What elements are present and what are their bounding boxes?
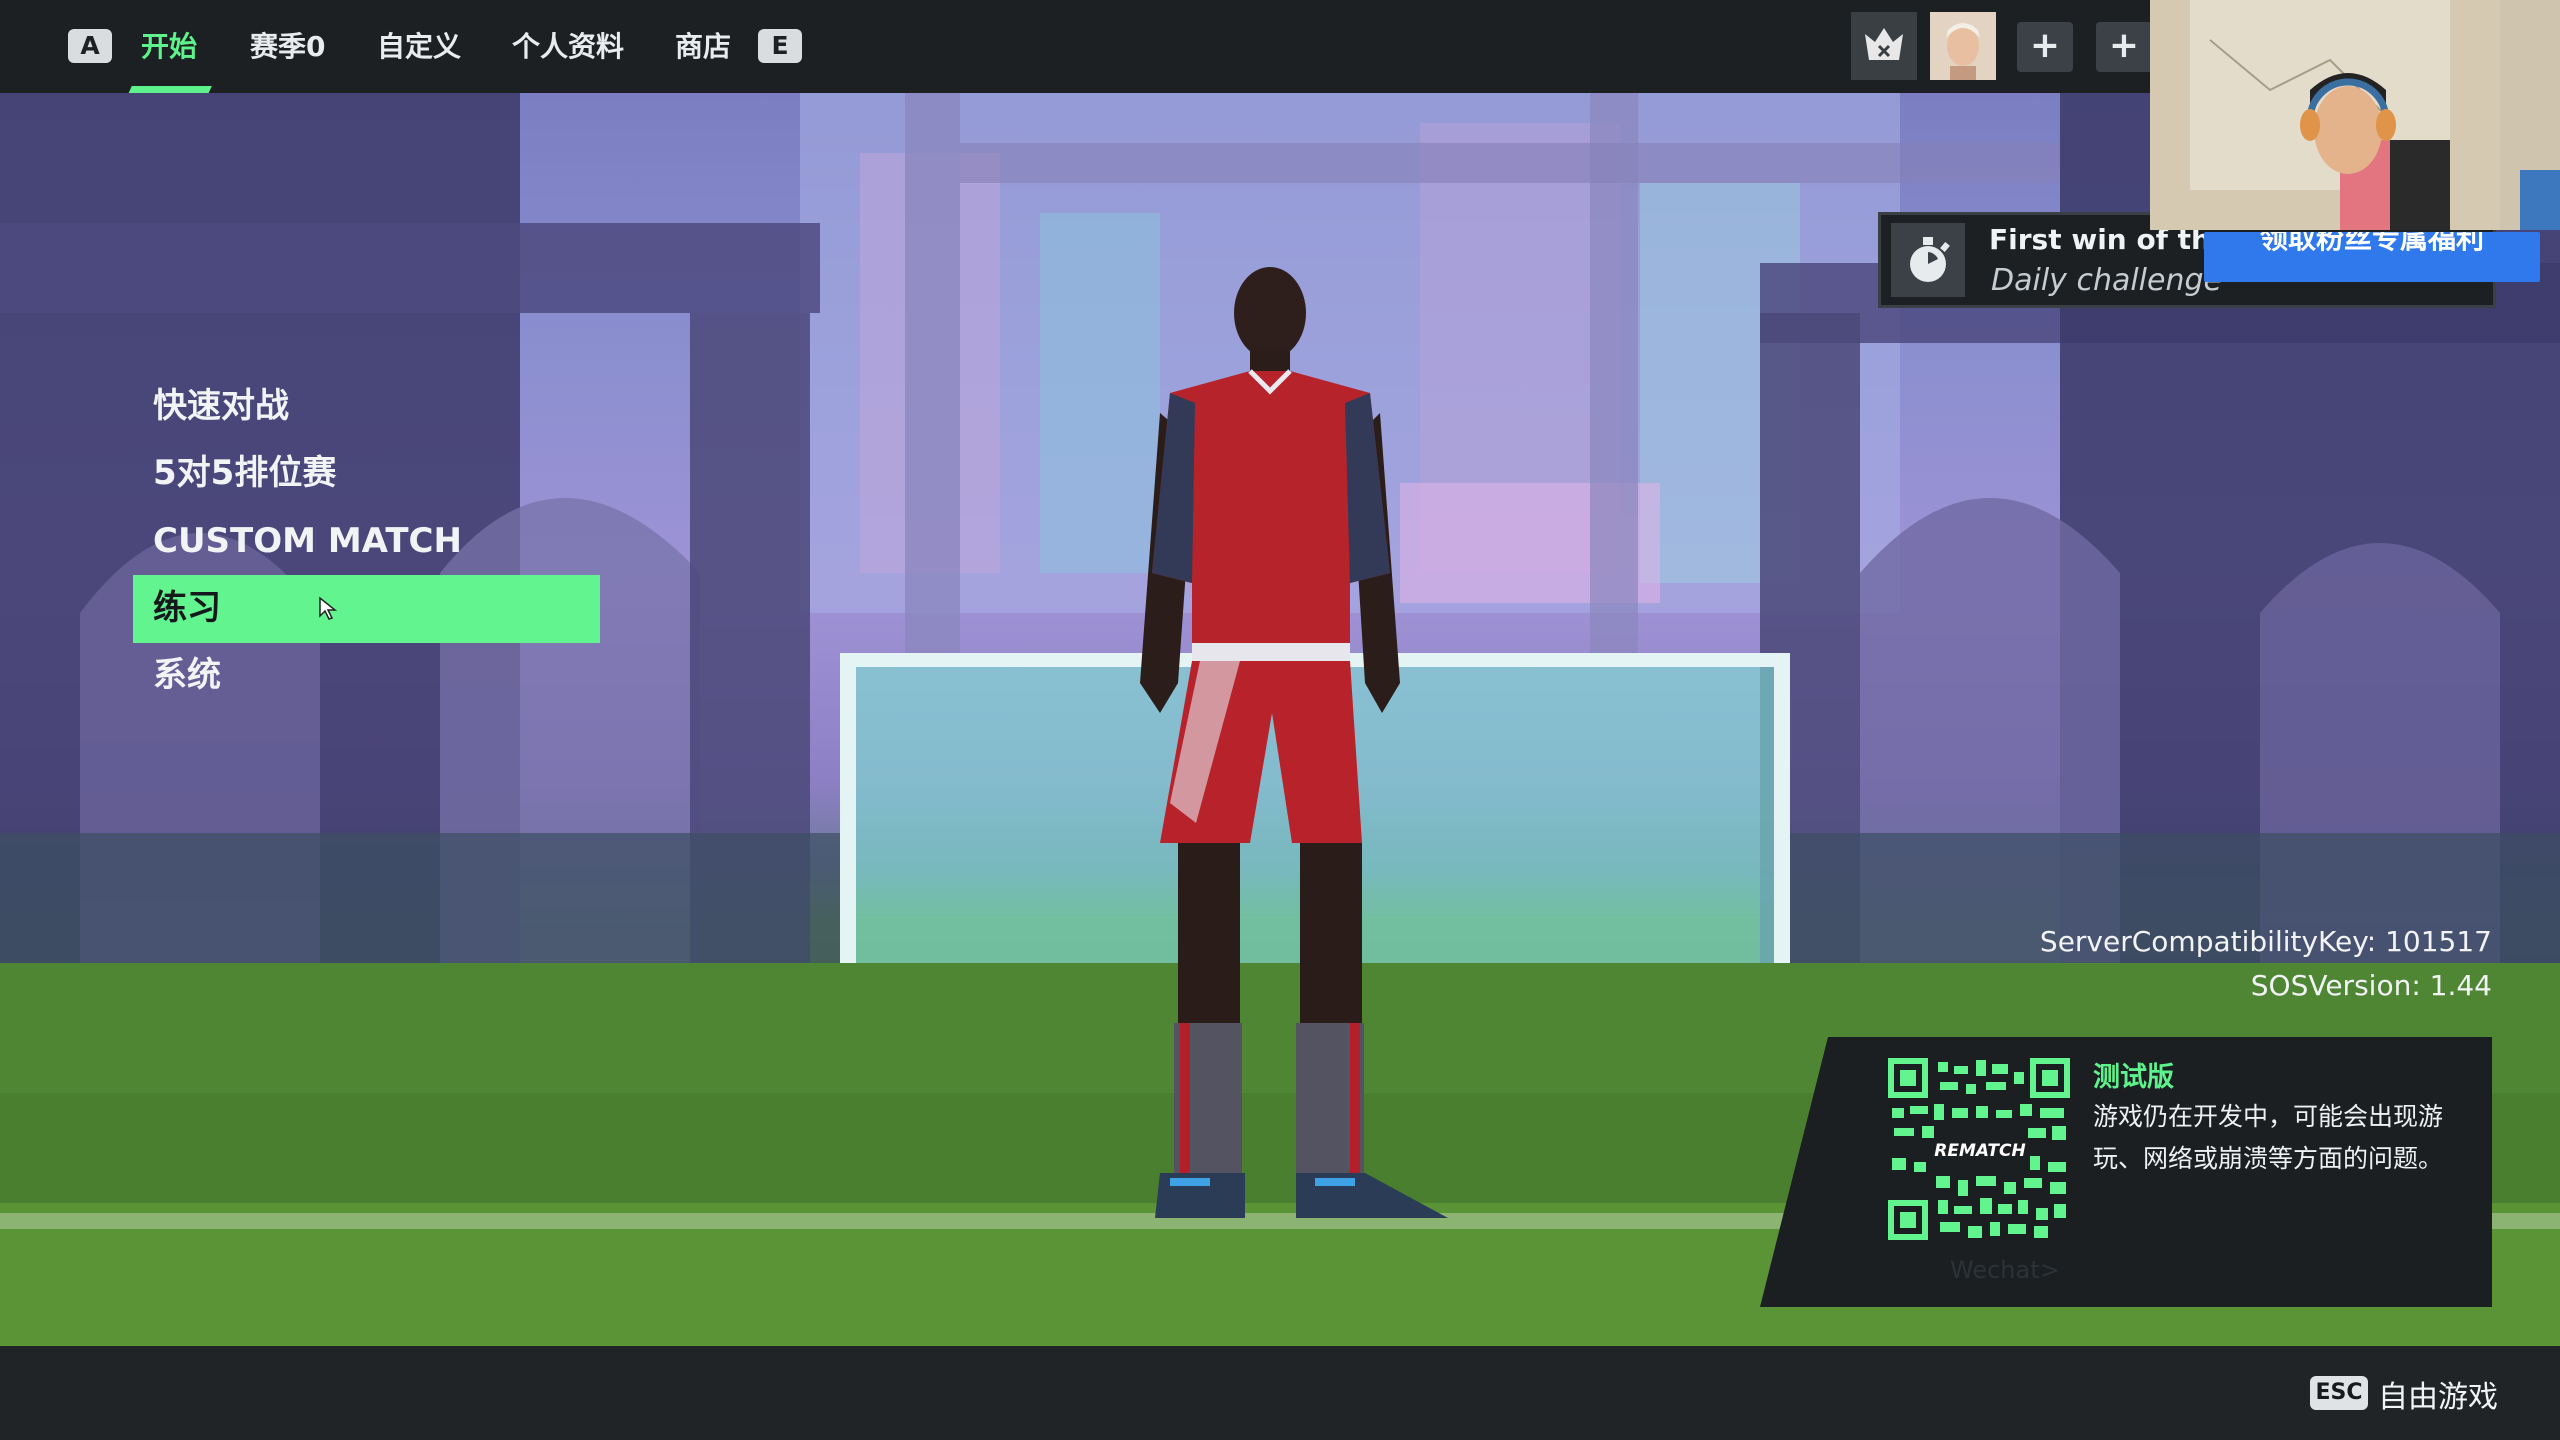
- server-compat-key: ServerCompatibilityKey: 101517: [2039, 925, 2492, 958]
- esc-key-hint: ESC: [2310, 1376, 2368, 1410]
- sos-version: SOSVersion: 1.44: [2250, 969, 2492, 1002]
- wechat-link[interactable]: Wechat>: [1950, 1256, 2060, 1284]
- prev-tab-key-hint: A: [68, 29, 112, 63]
- add-friend-button[interactable]: +: [2017, 22, 2073, 72]
- test-build-title: 测试版: [2093, 1062, 2174, 1093]
- menu-ranked-5v5[interactable]: 5对5排位赛: [153, 443, 336, 503]
- fan-reward-banner[interactable]: 领取粉丝专属福利: [2204, 232, 2540, 282]
- stopwatch-icon: [1891, 223, 1965, 297]
- add-friend-button[interactable]: +: [2096, 22, 2152, 72]
- tab-custom[interactable]: 自定义: [377, 27, 461, 67]
- menu-quick-match[interactable]: 快速对战: [153, 376, 289, 436]
- free-play-button[interactable]: 自由游戏: [2378, 1372, 2498, 1416]
- tab-season[interactable]: 赛季0: [250, 27, 325, 67]
- bottom-hint-bar: [0, 1346, 2560, 1440]
- player-emblem-icon[interactable]: [1851, 12, 1917, 80]
- menu-system[interactable]: 系统: [153, 645, 221, 705]
- qr-code[interactable]: REMATCH: [1888, 1058, 2070, 1240]
- test-build-description: 游戏仍在开发中，可能会出现游玩、网络或崩溃等方面的问题。: [2093, 1102, 2444, 1173]
- mouse-cursor-icon: [319, 596, 338, 620]
- player-avatar-icon[interactable]: [1930, 12, 1996, 80]
- tab-profile[interactable]: 个人资料: [512, 27, 624, 67]
- menu-custom-match[interactable]: CUSTOM MATCH: [153, 511, 462, 571]
- fan-reward-label: 领取粉丝专属福利: [2259, 232, 2484, 255]
- qr-logo-text: REMATCH: [1934, 1141, 2026, 1161]
- player-character: [1140, 267, 1448, 1218]
- tab-start[interactable]: 开始: [141, 27, 197, 67]
- tab-shop[interactable]: 商店: [675, 27, 731, 67]
- next-tab-key-hint: E: [758, 29, 802, 63]
- menu-practice[interactable]: 练习: [153, 578, 221, 638]
- streamer-webcam: [2150, 0, 2560, 230]
